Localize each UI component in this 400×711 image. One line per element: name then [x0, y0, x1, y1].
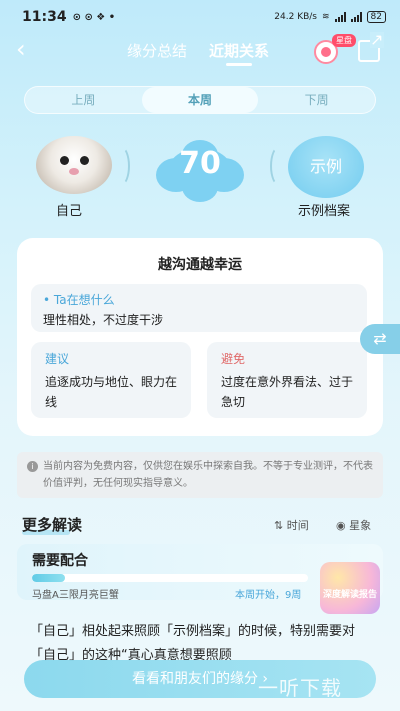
avoid-text: 过度在意外界看法、过于急切: [221, 375, 354, 409]
thinking-box: • Ta在想什么 理性相处，不过度干涉: [31, 284, 367, 332]
watermark: 一听下载: [258, 676, 342, 700]
tab-next-week[interactable]: 下周: [258, 87, 375, 113]
sort-by-time[interactable]: ⇅ 时间: [274, 517, 309, 533]
signal-icon: [334, 12, 346, 22]
disclaimer-notice: i 当前内容为免费内容，仅供您在娱乐中探索自我。不等于专业测评，不代表价值评判，…: [17, 452, 383, 498]
notification-icon: ⊙ ⊙ ❖ •: [72, 11, 116, 23]
tab-recent-relationship[interactable]: 近期关系: [209, 40, 269, 61]
reading-progress: [32, 574, 308, 582]
advice-label: 建议: [45, 352, 70, 366]
example-label: 示例档案: [298, 204, 351, 219]
disclaimer-text: 当前内容为免费内容，仅供您在娱乐中探索自我。不等于专业测评，不代表价值评判，无任…: [43, 461, 373, 489]
section-title: 更多解读: [22, 516, 83, 534]
top-nav: ‹ 缘分总结 近期关系 星盘: [0, 32, 400, 68]
dot-icon: •: [43, 293, 54, 307]
relationship-card: 越沟通越幸运 • Ta在想什么 理性相处，不过度干涉 建议 追逐成功与地位、眼力…: [17, 238, 383, 436]
tab-last-week[interactable]: 上周: [25, 87, 142, 113]
self-label: 自己: [56, 204, 83, 219]
advice-text: 追逐成功与地位、眼力在线: [45, 375, 178, 409]
sort-star-label: 星象: [349, 519, 372, 532]
compatibility-score: 70: [179, 146, 221, 181]
tab-this-week[interactable]: 本周: [141, 87, 259, 113]
advice-box: 建议 追逐成功与地位、眼力在线: [31, 342, 191, 418]
tab-active-indicator: [226, 63, 252, 66]
reading-title: 需要配合: [32, 553, 88, 569]
status-left: 11:34 ⊙ ⊙ ❖ •: [22, 9, 115, 25]
thinking-text: 理性相处，不过度干涉: [43, 313, 164, 327]
wave-decor-right: [270, 146, 288, 186]
back-icon[interactable]: ‹: [16, 37, 40, 62]
net-speed: 24.2 KB/s: [274, 12, 317, 22]
info-icon: i: [27, 461, 38, 472]
clock: 11:34: [22, 9, 67, 25]
deep-report-label: 深度解读报告: [322, 590, 377, 600]
tab-summary[interactable]: 缘分总结: [127, 40, 187, 61]
deep-report-badge[interactable]: [320, 562, 380, 614]
reading-period: 本周开始，9周: [235, 590, 302, 601]
avoid-box: 避免 过度在意外界看法、过于急切: [207, 342, 367, 418]
wifi-icon: ≋: [322, 12, 330, 22]
self-avatar[interactable]: [36, 136, 112, 194]
share-icon[interactable]: [358, 32, 384, 62]
signal-icon-2: [350, 12, 362, 22]
status-bar: 11:34 ⊙ ⊙ ❖ • 24.2 KB/s ≋ 82: [0, 0, 400, 34]
swap-icon[interactable]: ⇄: [360, 324, 400, 354]
reading-progress-fill: [32, 574, 66, 582]
battery-indicator: 82: [366, 11, 386, 23]
avoid-label: 避免: [221, 352, 246, 366]
card-title: 越沟通越幸运: [158, 257, 242, 273]
astrolabe-badge: 星盘: [332, 34, 356, 47]
sort-icon: ⇅: [274, 519, 287, 532]
week-tabs: 上周 本周 下周: [24, 86, 376, 114]
wave-decor-left: [112, 146, 130, 186]
example-avatar[interactable]: 示例: [288, 136, 364, 198]
sort-by-star[interactable]: ◉ 星象: [336, 517, 371, 533]
eye-icon: ◉: [336, 519, 350, 532]
thinking-label: Ta在想什么: [53, 293, 115, 307]
reading-subtitle: 马盘A三限月亮巨蟹: [32, 590, 119, 601]
status-right: 24.2 KB/s ≋ 82: [274, 11, 386, 23]
sort-time-label: 时间: [286, 519, 309, 532]
